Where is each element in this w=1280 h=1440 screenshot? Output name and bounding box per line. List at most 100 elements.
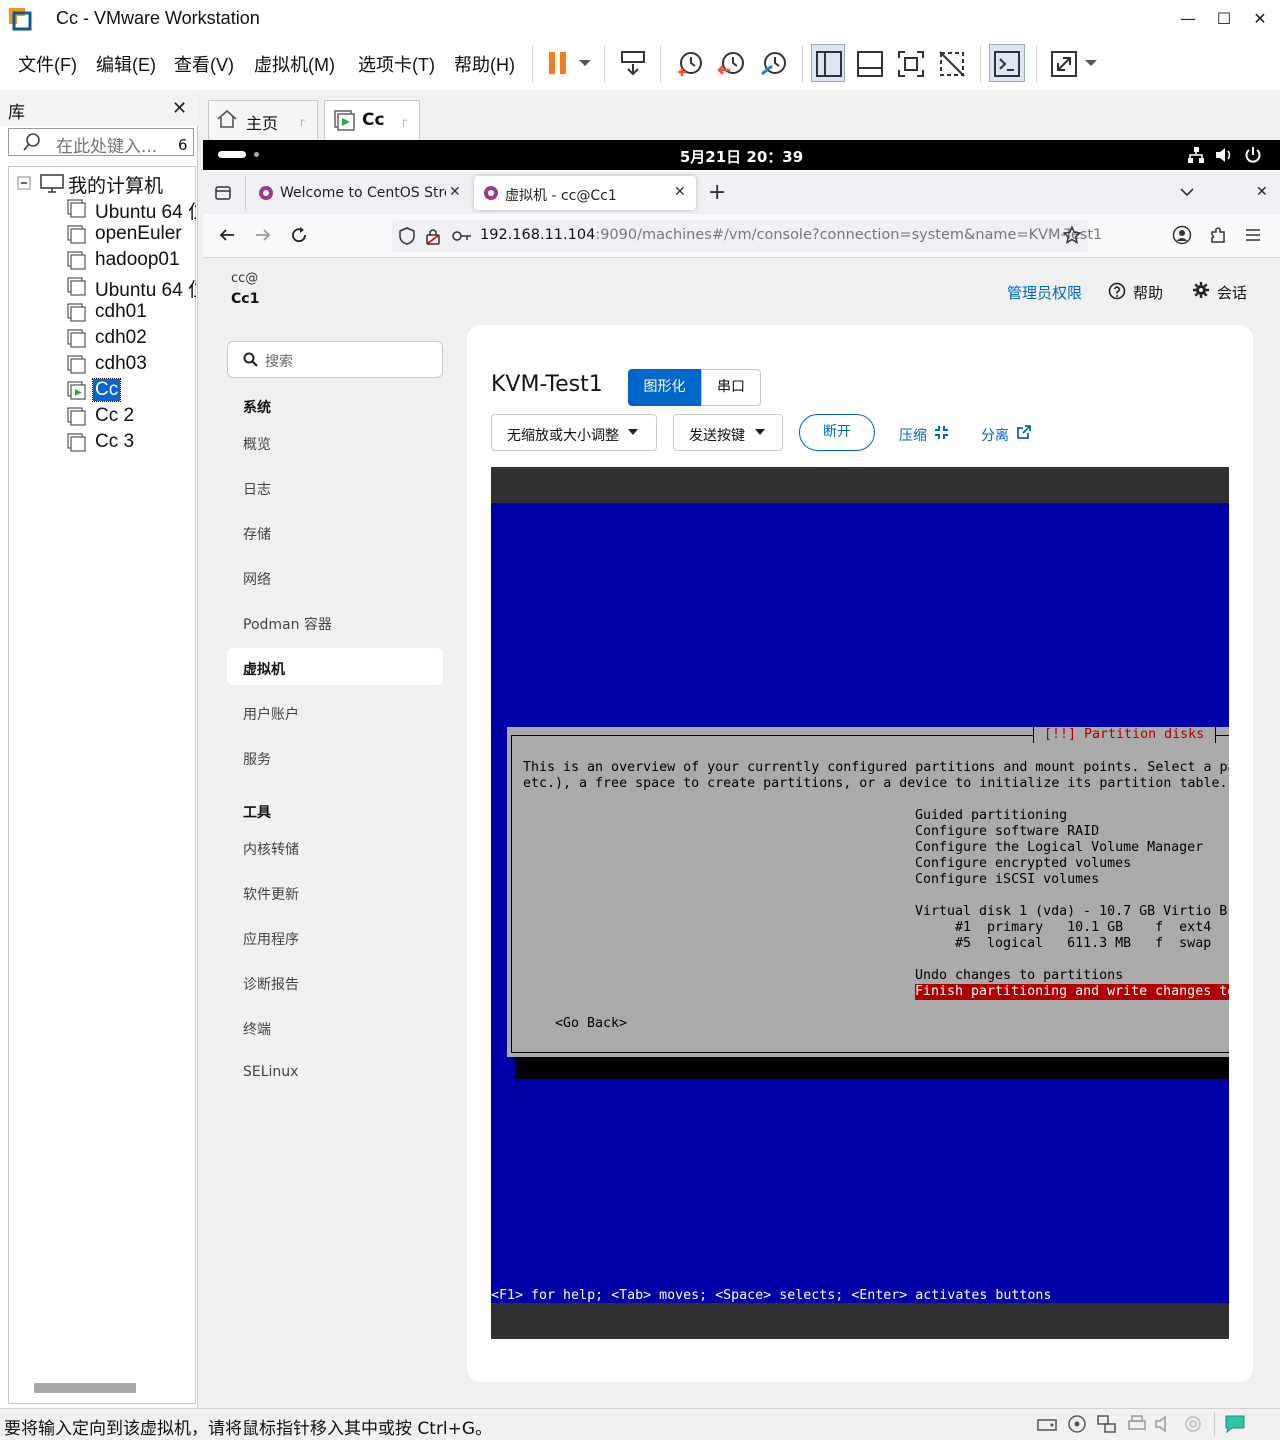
ff-tab-close-icon[interactable]: ✕ xyxy=(449,184,461,200)
nav-item-kdump[interactable]: 内核转储 xyxy=(243,839,299,859)
account-icon[interactable] xyxy=(1172,225,1192,245)
tree-item-vm[interactable]: cdh03 xyxy=(93,353,196,375)
stretch-icon[interactable] xyxy=(1048,48,1080,80)
tree-root-my-computer[interactable]: 我的计算机 xyxy=(68,171,163,198)
thumbnail-bar-icon[interactable] xyxy=(854,48,886,80)
tab-close-icon[interactable]: ┌ xyxy=(400,114,407,127)
new-tab-button[interactable]: + xyxy=(708,180,726,205)
unity-icon[interactable] xyxy=(936,48,968,80)
list-tabs-icon[interactable] xyxy=(1180,186,1194,198)
show-library-icon[interactable] xyxy=(813,48,845,80)
back-icon[interactable] xyxy=(218,226,236,244)
compress-button[interactable]: 压缩 xyxy=(899,425,927,445)
go-back-button[interactable]: <Go Back> xyxy=(555,1016,627,1032)
shield-icon[interactable] xyxy=(399,227,415,245)
tree-item-vm[interactable]: Cc 3 xyxy=(93,431,196,453)
message-log-icon[interactable] xyxy=(1224,1414,1246,1434)
nav-item-applications[interactable]: 应用程序 xyxy=(243,929,299,949)
forward-icon[interactable] xyxy=(254,226,272,244)
minimize-button[interactable]: — xyxy=(1170,4,1206,34)
menu-iscsi[interactable]: Configure iSCSI volumes xyxy=(915,872,1099,888)
pause-icon[interactable] xyxy=(542,48,574,80)
menu-edit[interactable]: 编辑(E) xyxy=(96,51,156,77)
collapse-icon[interactable] xyxy=(17,176,31,190)
menu-lvm[interactable]: Configure the Logical Volume Manager xyxy=(915,840,1203,856)
lock-warning-icon[interactable] xyxy=(425,227,441,245)
session-button[interactable]: 会话 xyxy=(1217,282,1247,303)
tree-item-vm[interactable]: Ubuntu 64 位 xyxy=(93,275,196,302)
nav-item-software-updates[interactable]: 软件更新 xyxy=(243,884,299,904)
firefox-close-button[interactable]: ✕ xyxy=(1256,184,1268,200)
reload-icon[interactable] xyxy=(290,226,308,244)
nav-item-storage[interactable]: 存储 xyxy=(243,524,271,544)
volume-icon[interactable] xyxy=(1214,146,1234,164)
tree-item-vm[interactable]: hadoop01 xyxy=(93,249,196,271)
console-view-icon[interactable] xyxy=(991,48,1023,80)
tree-item-vm[interactable]: Ubuntu 64 位 xyxy=(93,197,196,224)
menu-tabs[interactable]: 选项卡(T) xyxy=(358,51,435,77)
bookmark-star-icon[interactable] xyxy=(1063,226,1081,244)
nav-item-network[interactable]: 网络 xyxy=(243,569,271,589)
firefox-view-icon[interactable] xyxy=(214,184,232,202)
nav-item-virtual-machines[interactable]: 虚拟机 xyxy=(243,659,285,679)
permissions-key-icon[interactable] xyxy=(452,229,472,243)
tree-item-vm[interactable]: Cc xyxy=(91,378,122,402)
partition-5-entry[interactable]: #5 logical 611.3 MB f swap xyxy=(915,936,1229,952)
url-text[interactable]: 192.168.11.104:9090/machines#/vm/console… xyxy=(480,227,1102,243)
menu-encrypted-volumes[interactable]: Configure encrypted volumes xyxy=(915,856,1131,872)
library-horizontal-scrollbar[interactable] xyxy=(34,1383,136,1393)
tree-item-vm[interactable]: openEuler xyxy=(93,223,196,245)
snapshot-manager-icon[interactable] xyxy=(758,48,790,80)
console-type-serial-toggle[interactable]: 串口 xyxy=(701,369,761,406)
send-ctrl-alt-del-icon[interactable] xyxy=(618,46,650,78)
ff-tab-close-icon[interactable]: ✕ xyxy=(674,184,686,200)
power-icon[interactable] xyxy=(1244,146,1262,164)
network-adapter-icon[interactable] xyxy=(1096,1414,1118,1434)
dropdown-arrow-icon[interactable] xyxy=(1084,58,1098,68)
tree-item-vm[interactable]: cdh01 xyxy=(93,301,196,323)
cockpit-host[interactable]: Cc1 xyxy=(231,291,259,307)
menu-vm[interactable]: 虚拟机(M) xyxy=(254,51,335,77)
maximize-button[interactable]: ☐ xyxy=(1206,4,1242,34)
dropdown-arrow-icon[interactable] xyxy=(578,58,592,68)
nav-item-overview[interactable]: 概览 xyxy=(243,434,271,454)
library-close-button[interactable]: ✕ xyxy=(172,98,187,119)
disconnect-button[interactable]: 断开 xyxy=(799,414,875,451)
nav-item-accounts[interactable]: 用户账户 xyxy=(243,704,299,724)
detach-button[interactable]: 分离 xyxy=(981,425,1009,445)
network-icon[interactable] xyxy=(1187,146,1205,164)
nav-item-podman[interactable]: Podman 容器 xyxy=(243,614,332,634)
snapshot-icon[interactable] xyxy=(674,48,706,80)
gnome-clock[interactable]: 5月21日 20：39 xyxy=(0,146,1280,167)
admin-access-link[interactable]: 管理员权限 xyxy=(1007,282,1082,303)
hamburger-menu-icon[interactable] xyxy=(1244,226,1262,244)
cockpit-search-input[interactable] xyxy=(227,341,443,378)
nav-item-terminal[interactable]: 终端 xyxy=(243,1019,271,1039)
help-button[interactable]: 帮助 xyxy=(1133,282,1163,303)
printer-icon[interactable] xyxy=(1126,1414,1148,1434)
menu-file[interactable]: 文件(F) xyxy=(18,51,77,77)
cd-dvd-icon[interactable] xyxy=(1066,1414,1088,1434)
tree-item-vm[interactable]: cdh02 xyxy=(93,327,196,349)
tree-item-vm[interactable]: Cc 2 xyxy=(93,405,196,427)
nav-item-services[interactable]: 服务 xyxy=(243,749,271,769)
sound-icon[interactable] xyxy=(1154,1414,1176,1434)
extensions-icon[interactable] xyxy=(1208,225,1228,245)
menu-help[interactable]: 帮助(H) xyxy=(454,51,515,77)
menu-software-raid[interactable]: Configure software RAID xyxy=(915,824,1099,840)
console-type-graphical-toggle[interactable]: 图形化 xyxy=(628,369,701,406)
nav-item-selinux[interactable]: SELinux xyxy=(243,1064,298,1080)
nav-item-diagnostic-reports[interactable]: 诊断报告 xyxy=(243,974,299,994)
tab-close-icon[interactable]: ┌ xyxy=(298,114,305,127)
finish-partitioning-entry[interactable]: Finish partitioning and write changes to xyxy=(915,984,1229,1000)
usb-icon[interactable] xyxy=(1182,1414,1204,1434)
fullscreen-icon[interactable] xyxy=(895,48,927,80)
menu-guided-partitioning[interactable]: Guided partitioning xyxy=(915,808,1067,824)
nav-item-logs[interactable]: 日志 xyxy=(243,479,271,499)
close-button[interactable]: ✕ xyxy=(1242,4,1278,34)
partition-1-entry[interactable]: #1 primary 10.1 GB f ext4 xyxy=(915,920,1229,936)
menu-view[interactable]: 查看(V) xyxy=(174,51,234,77)
hard-disk-icon[interactable] xyxy=(1036,1414,1058,1434)
revert-snapshot-icon[interactable] xyxy=(716,48,748,80)
disk-entry[interactable]: Virtual disk 1 (vda) - 10.7 GB Virtio B xyxy=(915,904,1229,920)
